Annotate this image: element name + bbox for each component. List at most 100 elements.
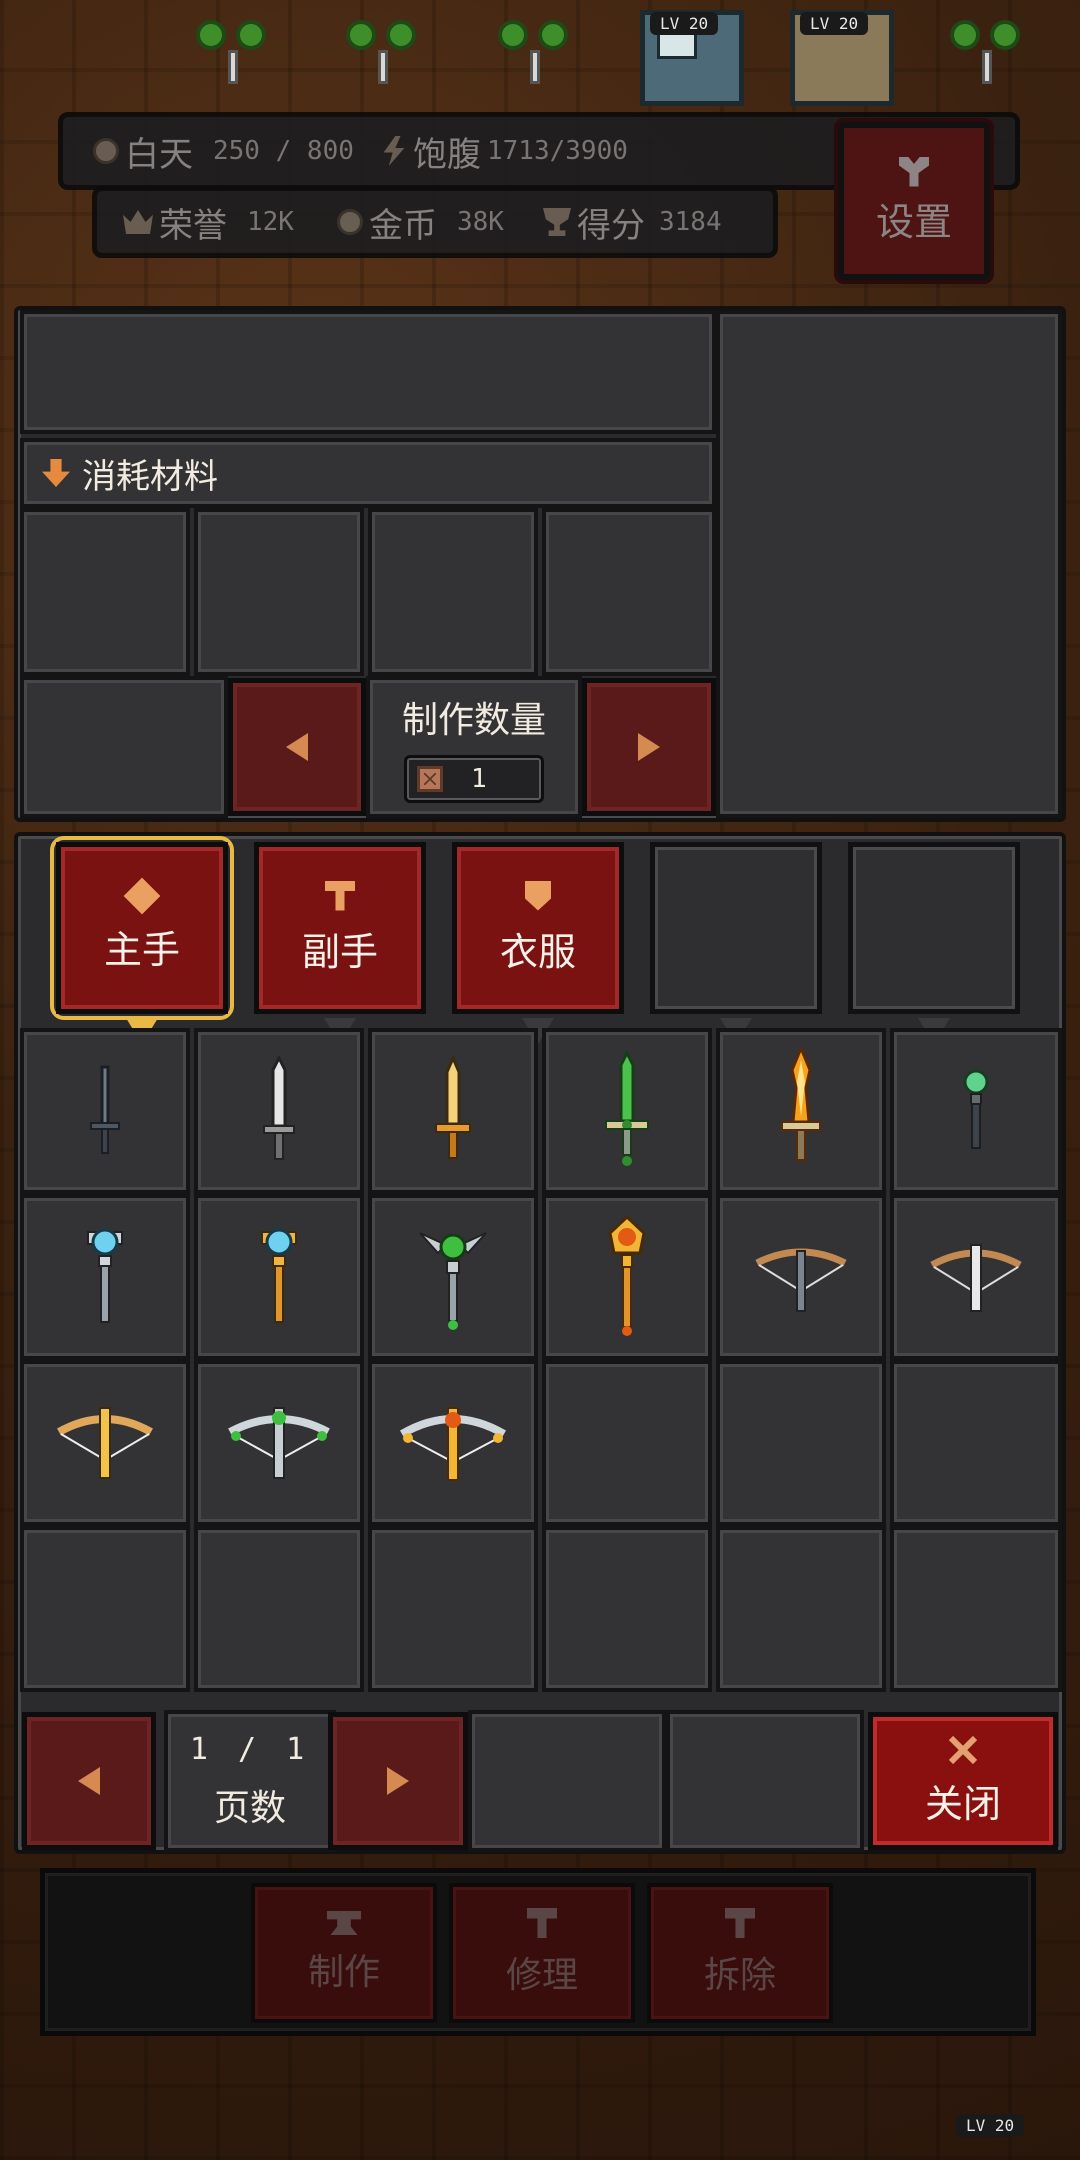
- anvil-icon: [327, 1911, 361, 1935]
- craft-button[interactable]: 制作: [251, 1883, 437, 2023]
- item-slot[interactable]: [542, 1028, 712, 1194]
- quantity-decrease-button[interactable]: [228, 678, 366, 816]
- sun-icon: [93, 138, 119, 164]
- tab-clothes[interactable]: 衣服: [452, 842, 624, 1044]
- item-slot[interactable]: [20, 1194, 190, 1360]
- materials-header: 消耗材料: [20, 438, 716, 508]
- item-slot[interactable]: [194, 1028, 364, 1194]
- action-bar: 制作 修理 拆除: [40, 1868, 1036, 2036]
- crate-icon: [417, 766, 443, 792]
- honor-value: 12K: [247, 207, 294, 237]
- empty-slot: [468, 1710, 666, 1852]
- empty-item-slot[interactable]: [20, 1526, 190, 1692]
- empty-item-slot[interactable]: [890, 1526, 1062, 1692]
- item-slot[interactable]: [368, 1360, 538, 1526]
- item-slot[interactable]: [20, 1028, 190, 1194]
- craft-label: 制作: [307, 1952, 380, 1993]
- bolt-icon: [383, 136, 405, 166]
- recipe-title-area: [20, 310, 716, 434]
- shield-icon: [525, 880, 551, 911]
- empty-item-slot[interactable]: [716, 1526, 886, 1692]
- satiety-stat: 饱腹 1713/3900: [381, 117, 628, 185]
- score-value: 3184: [659, 207, 722, 237]
- quantity-value: 1: [471, 764, 487, 794]
- tree-sprite: [196, 0, 272, 96]
- gold-label: 金币: [369, 205, 437, 246]
- material-slot[interactable]: [542, 508, 716, 676]
- tab-off-hand[interactable]: 副手: [254, 842, 426, 1044]
- day-value: 250 / 800: [213, 136, 354, 166]
- arrow-right-icon: [387, 1767, 409, 1795]
- quantity-label: 制作数量: [401, 700, 546, 741]
- level-tag: LV 20: [650, 12, 719, 35]
- coin-icon: [337, 209, 363, 235]
- item-slot[interactable]: [542, 1194, 712, 1360]
- day-label: 白天: [125, 134, 193, 175]
- repair-button[interactable]: 修理: [449, 1883, 635, 2023]
- item-slot[interactable]: [20, 1360, 190, 1526]
- arrow-left-icon: [286, 733, 308, 761]
- arrow-right-icon: [638, 733, 660, 761]
- score-label: 得分: [577, 205, 645, 246]
- page-indicator: 1 / 1 页数: [164, 1710, 336, 1852]
- material-slot[interactable]: [20, 508, 190, 676]
- dismantle-button[interactable]: 拆除: [647, 1883, 833, 2023]
- item-slot[interactable]: [368, 1028, 538, 1194]
- close-icon: [948, 1735, 978, 1765]
- item-slot[interactable]: [194, 1360, 364, 1526]
- empty-item-slot[interactable]: [542, 1526, 712, 1692]
- crafting-panel: 消耗材料 制作数量 1 主手 副手 衣服 1 / 1 页数 关闭: [14, 306, 1066, 1854]
- dismantle-label: 拆除: [703, 1955, 776, 1996]
- satiety-label: 饱腹: [413, 134, 481, 175]
- tree-sprite: [950, 0, 1026, 96]
- settings-button[interactable]: 设置: [834, 118, 994, 284]
- diamond-icon: [123, 877, 161, 914]
- tab-empty[interactable]: [650, 842, 822, 1044]
- quantity-field[interactable]: 1: [404, 755, 544, 803]
- wrench-icon: [899, 156, 929, 187]
- hammer-icon: [325, 880, 355, 911]
- page-next-button[interactable]: [328, 1712, 468, 1850]
- crown-icon: [123, 210, 153, 234]
- item-slot[interactable]: [890, 1194, 1062, 1360]
- item-slot[interactable]: [716, 1028, 886, 1194]
- repair-label: 修理: [505, 1955, 578, 1996]
- empty-item-slot[interactable]: [194, 1526, 364, 1692]
- tab-main-hand[interactable]: 主手: [50, 836, 234, 1044]
- tab-label: 衣服: [499, 929, 576, 974]
- tab-empty[interactable]: [848, 842, 1020, 1044]
- empty-item-slot[interactable]: [368, 1526, 538, 1692]
- level-tag: LV 20: [800, 12, 869, 35]
- tree-sprite: [346, 0, 422, 96]
- honor-stat: 荣誉 12K: [123, 191, 294, 253]
- quantity-increase-button[interactable]: [582, 678, 716, 816]
- gold-value: 38K: [457, 207, 504, 237]
- trophy-icon: [543, 208, 571, 236]
- close-button[interactable]: 关闭: [868, 1712, 1058, 1850]
- page-number: 1 / 1: [189, 1731, 311, 1767]
- material-slot[interactable]: [20, 676, 228, 818]
- page-prev-button[interactable]: [22, 1712, 156, 1850]
- item-slot[interactable]: [194, 1194, 364, 1360]
- empty-item-slot[interactable]: [542, 1360, 712, 1526]
- material-slot[interactable]: [368, 508, 538, 676]
- materials-header-label: 消耗材料: [82, 456, 218, 497]
- honor-label: 荣誉: [159, 205, 227, 246]
- tab-label: 主手: [103, 927, 180, 972]
- tab-label: 副手: [301, 929, 378, 974]
- empty-item-slot[interactable]: [890, 1360, 1062, 1526]
- empty-item-slot[interactable]: [716, 1360, 886, 1526]
- satiety-value: 1713/3900: [487, 136, 628, 166]
- item-slot[interactable]: [368, 1194, 538, 1360]
- pickaxe-icon: [725, 1908, 755, 1938]
- gold-stat: 金币 38K: [337, 191, 504, 253]
- level-tag: LV 20: [956, 2114, 1025, 2137]
- result-preview: [716, 310, 1062, 818]
- item-slot[interactable]: [890, 1028, 1062, 1194]
- tree-sprite: [498, 0, 574, 96]
- quantity-panel: 制作数量 1: [366, 676, 582, 818]
- page-label: 页数: [213, 1787, 286, 1829]
- empty-slot: [666, 1710, 864, 1852]
- material-slot[interactable]: [194, 508, 364, 676]
- item-slot[interactable]: [716, 1194, 886, 1360]
